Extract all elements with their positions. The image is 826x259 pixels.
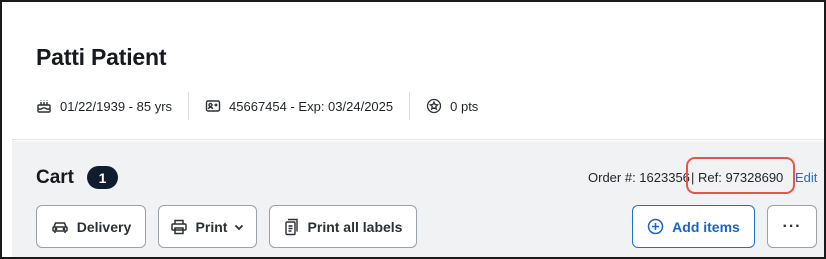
labels-icon bbox=[284, 218, 300, 236]
patient-points: 0 pts bbox=[426, 92, 478, 120]
window-frame: Patti Patient 01/22/1939 - 85 yrs 456674… bbox=[0, 0, 826, 259]
more-options-button[interactable]: ··· bbox=[767, 205, 817, 248]
patient-meta-row: 01/22/1939 - 85 yrs 45667454 - Exp: 03/2… bbox=[36, 92, 478, 120]
dob-text: 01/22/1939 - 85 yrs bbox=[60, 98, 173, 114]
divider bbox=[188, 92, 190, 120]
patient-name: Patti Patient bbox=[36, 44, 167, 70]
id-card-icon bbox=[205, 98, 221, 114]
points-text: 0 pts bbox=[450, 98, 479, 114]
id-exp-text: 45667454 - Exp: 03/24/2025 bbox=[229, 98, 394, 114]
more-icon: ··· bbox=[782, 217, 802, 235]
plus-circle-icon bbox=[647, 218, 664, 235]
printer-icon bbox=[170, 219, 188, 235]
cake-icon bbox=[36, 98, 52, 114]
print-all-labels-button[interactable]: Print all labels bbox=[269, 205, 417, 248]
delivery-button[interactable]: Delivery bbox=[36, 205, 146, 248]
add-items-button[interactable]: Add items bbox=[632, 205, 755, 248]
star-badge-icon bbox=[426, 98, 442, 114]
delivery-label: Delivery bbox=[76, 218, 132, 235]
patient-id: 45667454 - Exp: 03/24/2025 bbox=[205, 92, 393, 120]
cart-count-badge: 1 bbox=[87, 166, 118, 189]
patient-dob: 01/22/1939 - 85 yrs bbox=[36, 92, 172, 120]
divider bbox=[409, 92, 411, 120]
ref-highlight-box bbox=[686, 157, 795, 194]
print-label: Print bbox=[195, 218, 228, 235]
print-all-labels-label: Print all labels bbox=[307, 218, 403, 235]
order-number: Order #: 1623356 bbox=[588, 170, 690, 185]
car-icon bbox=[51, 219, 69, 235]
add-items-label: Add items bbox=[672, 218, 740, 235]
print-button[interactable]: Print bbox=[158, 205, 257, 248]
chevron-down-icon bbox=[233, 221, 245, 233]
edit-link[interactable]: Edit bbox=[795, 170, 817, 185]
patient-header: Patti Patient 01/22/1939 - 85 yrs 456674… bbox=[12, 4, 824, 140]
cart-section: Cart 1 Order #: 1623356 | Ref: 97328690 … bbox=[12, 141, 824, 257]
cart-title: Cart bbox=[36, 167, 75, 188]
